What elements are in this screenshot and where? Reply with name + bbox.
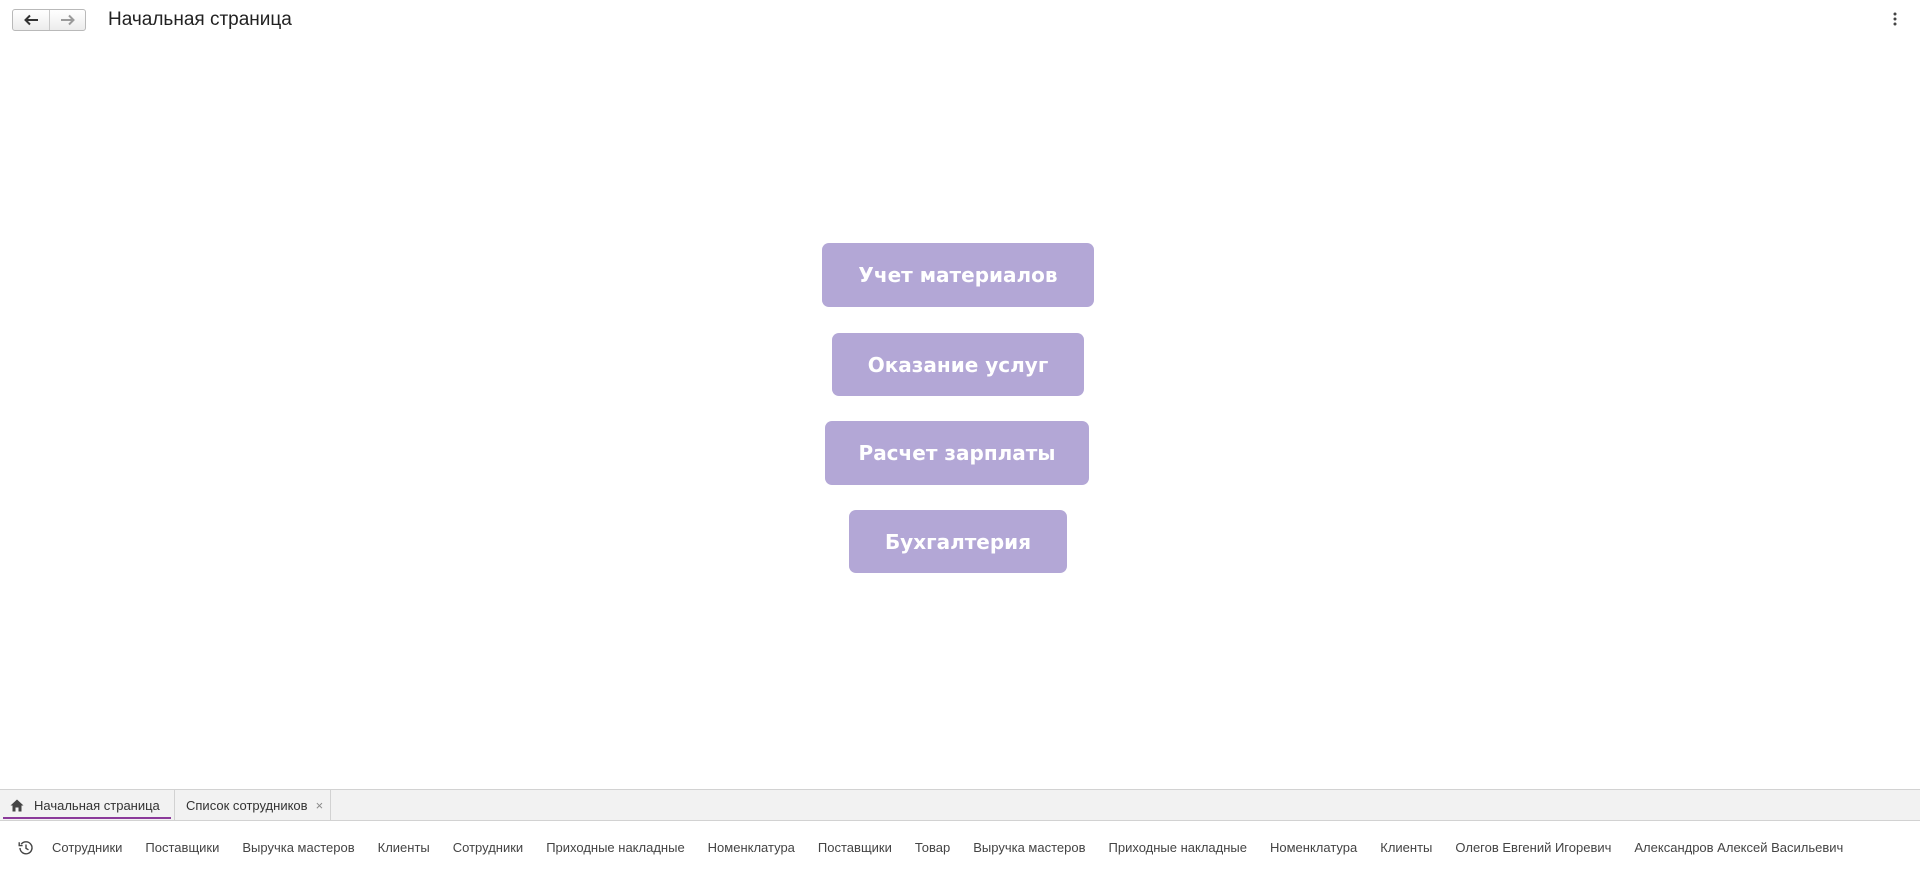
arrow-left-icon xyxy=(24,14,38,26)
accounting-button[interactable]: Бухгалтерия xyxy=(849,510,1067,573)
history-item[interactable]: Александров Алексей Васильевич xyxy=(1634,840,1843,856)
open-windows-bar: Начальная страница Список сотрудников × xyxy=(0,789,1920,821)
history-item[interactable]: Приходные накладные xyxy=(1109,840,1247,856)
history-item[interactable]: Приходные накладные xyxy=(546,840,684,856)
salary-calculation-button[interactable]: Расчет зарплаты xyxy=(825,421,1089,485)
forward-button[interactable] xyxy=(49,10,85,30)
history-item[interactable]: Сотрудники xyxy=(453,840,523,856)
history-item[interactable]: Номенклатура xyxy=(1270,840,1357,856)
history-item[interactable]: Поставщики xyxy=(145,840,219,856)
app-window: Начальная страница Учет материалов Оказа… xyxy=(0,0,1920,876)
services-button[interactable]: Оказание услуг xyxy=(832,333,1084,396)
history-bar: Сотрудники Поставщики Выручка мастеров К… xyxy=(0,821,1920,876)
history-icon[interactable] xyxy=(18,840,34,856)
tab-label: Начальная страница xyxy=(34,798,160,813)
header: Начальная страница xyxy=(0,0,1920,40)
active-tab-indicator xyxy=(3,817,171,819)
tab-home-page[interactable]: Начальная страница xyxy=(0,790,175,821)
history-item[interactable]: Товар xyxy=(915,840,950,856)
back-button[interactable] xyxy=(13,10,49,30)
history-list: Сотрудники Поставщики Выручка мастеров К… xyxy=(52,840,1866,856)
history-item[interactable]: Олегов Евгений Игоревич xyxy=(1455,840,1611,856)
materials-accounting-button[interactable]: Учет материалов xyxy=(822,243,1094,307)
navigation-buttons xyxy=(12,9,86,31)
history-item[interactable]: Клиенты xyxy=(378,840,430,856)
arrow-right-icon xyxy=(60,14,75,26)
page-title: Начальная страница xyxy=(108,9,292,30)
history-item[interactable]: Поставщики xyxy=(818,840,892,856)
tab-employee-list[interactable]: Список сотрудников × xyxy=(176,790,331,821)
history-item[interactable]: Выручка мастеров xyxy=(973,840,1085,856)
history-item[interactable]: Выручка мастеров xyxy=(242,840,354,856)
tab-label: Список сотрудников xyxy=(186,798,308,813)
more-menu-button[interactable] xyxy=(1890,10,1900,28)
more-vertical-icon xyxy=(1893,12,1897,26)
home-icon xyxy=(10,799,24,812)
close-icon[interactable]: × xyxy=(316,798,324,813)
history-item[interactable]: Сотрудники xyxy=(52,840,122,856)
history-item[interactable]: Клиенты xyxy=(1380,840,1432,856)
history-item[interactable]: Номенклатура xyxy=(708,840,795,856)
